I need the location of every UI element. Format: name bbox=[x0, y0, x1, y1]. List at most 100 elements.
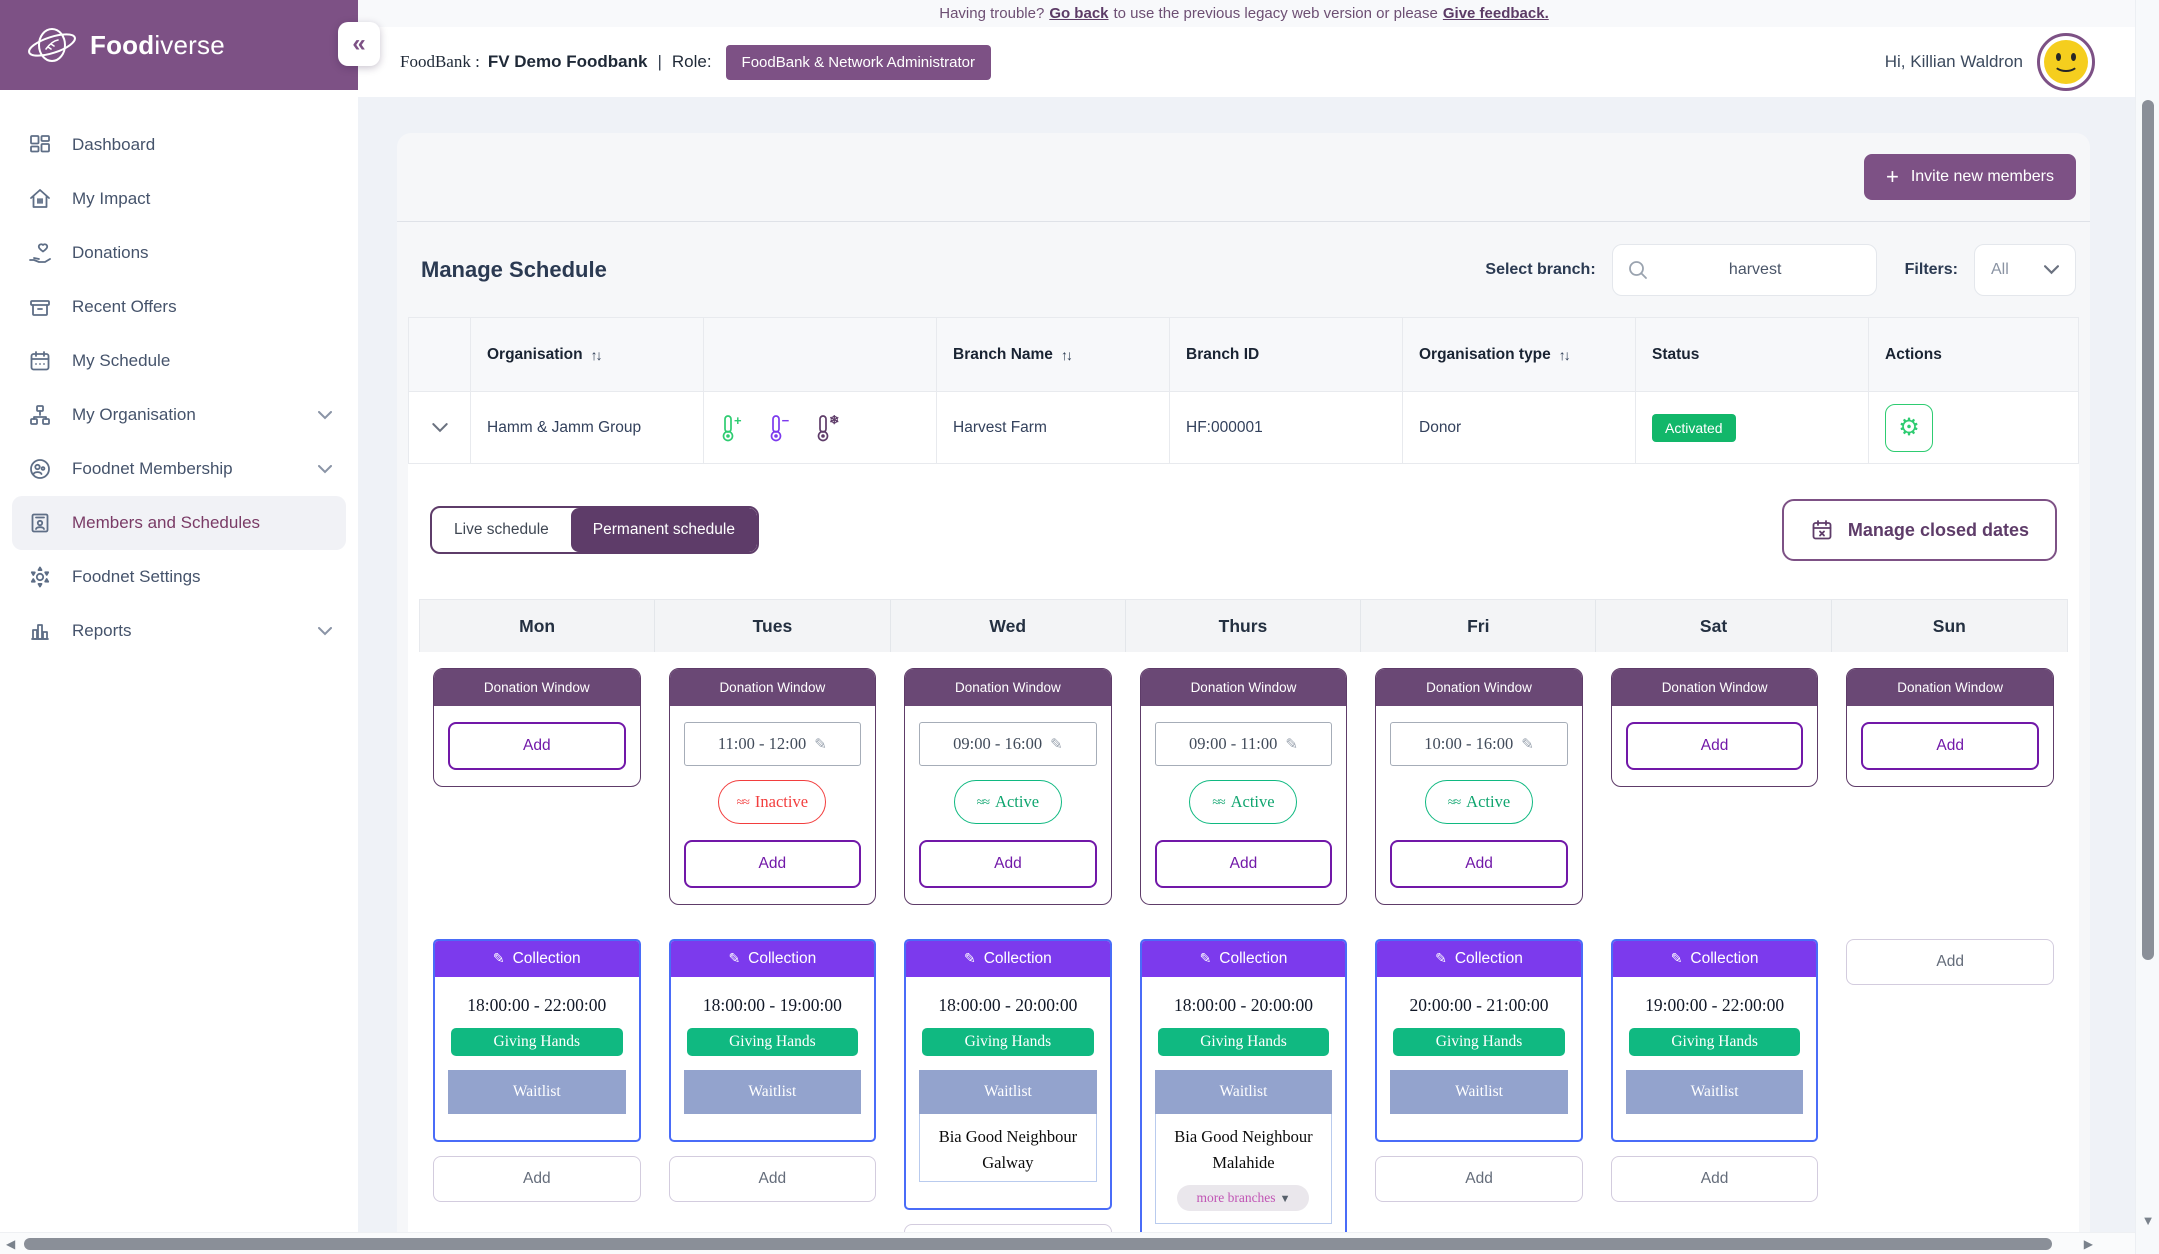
sidebar-item-my-schedule[interactable]: My Schedule bbox=[12, 334, 346, 388]
row-settings-button[interactable]: ⚙ bbox=[1885, 404, 1933, 452]
sidebar-item-label: My Impact bbox=[72, 189, 332, 209]
activity-icon: ≈≈ bbox=[977, 794, 989, 810]
page-title: Manage Schedule bbox=[421, 257, 607, 283]
pencil-icon[interactable]: ✎ bbox=[1050, 735, 1063, 754]
collection-organisation-badge: Giving Hands bbox=[1158, 1028, 1330, 1056]
donation-time-field[interactable]: 09:00 - 11:00✎ bbox=[1155, 722, 1333, 766]
activity-icon: ≈≈ bbox=[1448, 794, 1460, 810]
logo-text: Foodiverse bbox=[90, 30, 225, 61]
donation-window-title: Donation Window bbox=[1847, 669, 2053, 706]
members-schedule-panel: + Invite new members Manage Schedule Sel… bbox=[397, 133, 2090, 1254]
organisations-table: Organisation↑↓ Branch Name↑↓ Branch ID O… bbox=[408, 317, 2079, 464]
add-donation-window-button[interactable]: Add bbox=[1155, 840, 1333, 888]
sidebar-nav: Dashboard My Impact Donations Recent Off… bbox=[0, 90, 358, 658]
collection-time: 19:00:00 - 22:00:00 bbox=[1626, 989, 1804, 1028]
donation-status-toggle[interactable]: ≈≈Active bbox=[1189, 780, 1297, 824]
collection-col-wed: ✎Collection 18:00:00 - 20:00:00 Giving H… bbox=[890, 923, 1126, 1254]
role-label: Role: bbox=[672, 52, 712, 72]
donation-time-field[interactable]: 11:00 - 12:00✎ bbox=[684, 722, 862, 766]
go-back-link[interactable]: Go back bbox=[1049, 5, 1108, 22]
give-feedback-link[interactable]: Give feedback. bbox=[1443, 5, 1549, 22]
filter-dropdown[interactable]: All bbox=[1974, 244, 2076, 296]
sidebar-item-label: My Schedule bbox=[72, 351, 332, 371]
sort-icon[interactable]: ↑↓ bbox=[591, 347, 601, 363]
collection-card-header[interactable]: ✎Collection bbox=[435, 941, 639, 977]
tab-live-schedule[interactable]: Live schedule bbox=[432, 508, 571, 552]
add-collection-button[interactable]: Add bbox=[669, 1156, 877, 1202]
day-sun: Sun bbox=[1832, 600, 2067, 652]
thermometer-ambient-icon: + bbox=[720, 414, 742, 442]
col-status: Status bbox=[1636, 318, 1869, 391]
branch-search[interactable] bbox=[1612, 244, 1877, 296]
sidebar-item-my-organisation[interactable]: My Organisation bbox=[12, 388, 346, 442]
donation-status-toggle[interactable]: ≈≈Inactive bbox=[718, 780, 826, 824]
pencil-icon: ✎ bbox=[493, 950, 505, 966]
donation-time-field[interactable]: 10:00 - 16:00✎ bbox=[1390, 722, 1568, 766]
collection-card: ✎Collection 20:00:00 - 21:00:00 Giving H… bbox=[1375, 939, 1583, 1142]
sidebar-item-label: Donations bbox=[72, 243, 332, 263]
collection-card-header[interactable]: ✎Collection bbox=[1613, 941, 1817, 977]
sidebar-item-recent-offers[interactable]: Recent Offers bbox=[12, 280, 346, 334]
add-donation-window-button[interactable]: Add bbox=[448, 722, 626, 770]
role-badge: FoodBank & Network Administrator bbox=[726, 45, 991, 80]
vertical-scrollbar[interactable]: ▼ bbox=[2135, 0, 2159, 1254]
tab-permanent-schedule[interactable]: Permanent schedule bbox=[571, 508, 757, 552]
collection-card: ✎Collection 18:00:00 - 20:00:00 Giving H… bbox=[904, 939, 1112, 1210]
manage-closed-dates-button[interactable]: Manage closed dates bbox=[1782, 499, 2057, 561]
cell-branch-name: Harvest Farm bbox=[937, 391, 1170, 463]
collection-card-header[interactable]: ✎Collection bbox=[906, 941, 1110, 977]
add-collection-button[interactable]: Add bbox=[1375, 1156, 1583, 1202]
donation-window-title: Donation Window bbox=[1612, 669, 1818, 706]
donation-window-row: Donation Window Add Donation Window 11:0… bbox=[419, 652, 2068, 905]
sidebar-item-donations[interactable]: Donations bbox=[12, 226, 346, 280]
horizontal-scrollbar[interactable]: ◀ ▶ bbox=[0, 1232, 2135, 1254]
col-branch-name[interactable]: Branch Name↑↓ bbox=[937, 318, 1170, 391]
donation-time-field[interactable]: 09:00 - 16:00✎ bbox=[919, 722, 1097, 766]
collection-card-header[interactable]: ✎Collection bbox=[1142, 941, 1346, 977]
scroll-right-icon[interactable]: ▶ bbox=[2084, 1237, 2093, 1251]
col-temperature-icons bbox=[704, 318, 937, 391]
donation-col-fri: Donation Window 10:00 - 16:00✎ ≈≈Active … bbox=[1361, 652, 1597, 905]
minus-symbol: − bbox=[782, 413, 790, 428]
sidebar-item-dashboard[interactable]: Dashboard bbox=[12, 118, 346, 172]
donation-status-toggle[interactable]: ≈≈Active bbox=[954, 780, 1062, 824]
add-collection-button[interactable]: Add bbox=[433, 1156, 641, 1202]
sidebar-item-members-and-schedules[interactable]: Members and Schedules bbox=[12, 496, 346, 550]
add-donation-window-button[interactable]: Add bbox=[684, 840, 862, 888]
sidebar-item-foodnet-settings[interactable]: Foodnet Settings bbox=[12, 550, 346, 604]
donation-status-toggle[interactable]: ≈≈Active bbox=[1425, 780, 1533, 824]
row-expand-toggle[interactable] bbox=[409, 391, 471, 463]
add-donation-window-button[interactable]: Add bbox=[1626, 722, 1804, 770]
collection-time: 20:00:00 - 21:00:00 bbox=[1390, 989, 1568, 1028]
collection-col-sun: Add bbox=[1832, 923, 2068, 985]
add-collection-button[interactable]: Add bbox=[1846, 939, 2054, 985]
sort-icon[interactable]: ↑↓ bbox=[1061, 347, 1071, 363]
pencil-icon[interactable]: ✎ bbox=[1285, 735, 1298, 754]
branch-search-input[interactable] bbox=[1649, 261, 1862, 279]
add-collection-button[interactable]: Add bbox=[1611, 1156, 1819, 1202]
scroll-left-icon[interactable]: ◀ bbox=[6, 1237, 15, 1251]
pencil-icon[interactable]: ✎ bbox=[814, 735, 827, 754]
col-organisation-type[interactable]: Organisation type↑↓ bbox=[1403, 318, 1636, 391]
collection-card-header[interactable]: ✎Collection bbox=[1377, 941, 1581, 977]
waitlist-box: Waitlist Bia Good Neighbour Galway bbox=[919, 1070, 1097, 1182]
sidebar-collapse-button[interactable]: « bbox=[338, 22, 380, 66]
col-organisation[interactable]: Organisation↑↓ bbox=[471, 318, 704, 391]
sidebar-item-foodnet-membership[interactable]: Foodnet Membership bbox=[12, 442, 346, 496]
invite-new-members-button[interactable]: + Invite new members bbox=[1864, 154, 2076, 200]
add-donation-window-button[interactable]: Add bbox=[1861, 722, 2039, 770]
sidebar-item-my-impact[interactable]: My Impact bbox=[12, 172, 346, 226]
collection-card-header[interactable]: ✎Collection bbox=[671, 941, 875, 977]
user-avatar[interactable] bbox=[2037, 33, 2095, 91]
sidebar-item-reports[interactable]: Reports bbox=[12, 604, 346, 658]
add-donation-window-button[interactable]: Add bbox=[919, 840, 1097, 888]
add-donation-window-button[interactable]: Add bbox=[1390, 840, 1568, 888]
vertical-scrollbar-thumb[interactable] bbox=[2142, 100, 2154, 960]
cell-status: Activated bbox=[1636, 391, 1869, 463]
horizontal-scrollbar-thumb[interactable] bbox=[24, 1238, 2052, 1250]
donation-window-card: Donation Window 09:00 - 11:00✎ ≈≈Active … bbox=[1140, 668, 1348, 905]
sort-icon[interactable]: ↑↓ bbox=[1559, 347, 1569, 363]
more-branches-toggle[interactable]: more branches▼ bbox=[1177, 1185, 1309, 1211]
pencil-icon[interactable]: ✎ bbox=[1521, 735, 1534, 754]
scroll-down-icon[interactable]: ▼ bbox=[2136, 1213, 2159, 1228]
